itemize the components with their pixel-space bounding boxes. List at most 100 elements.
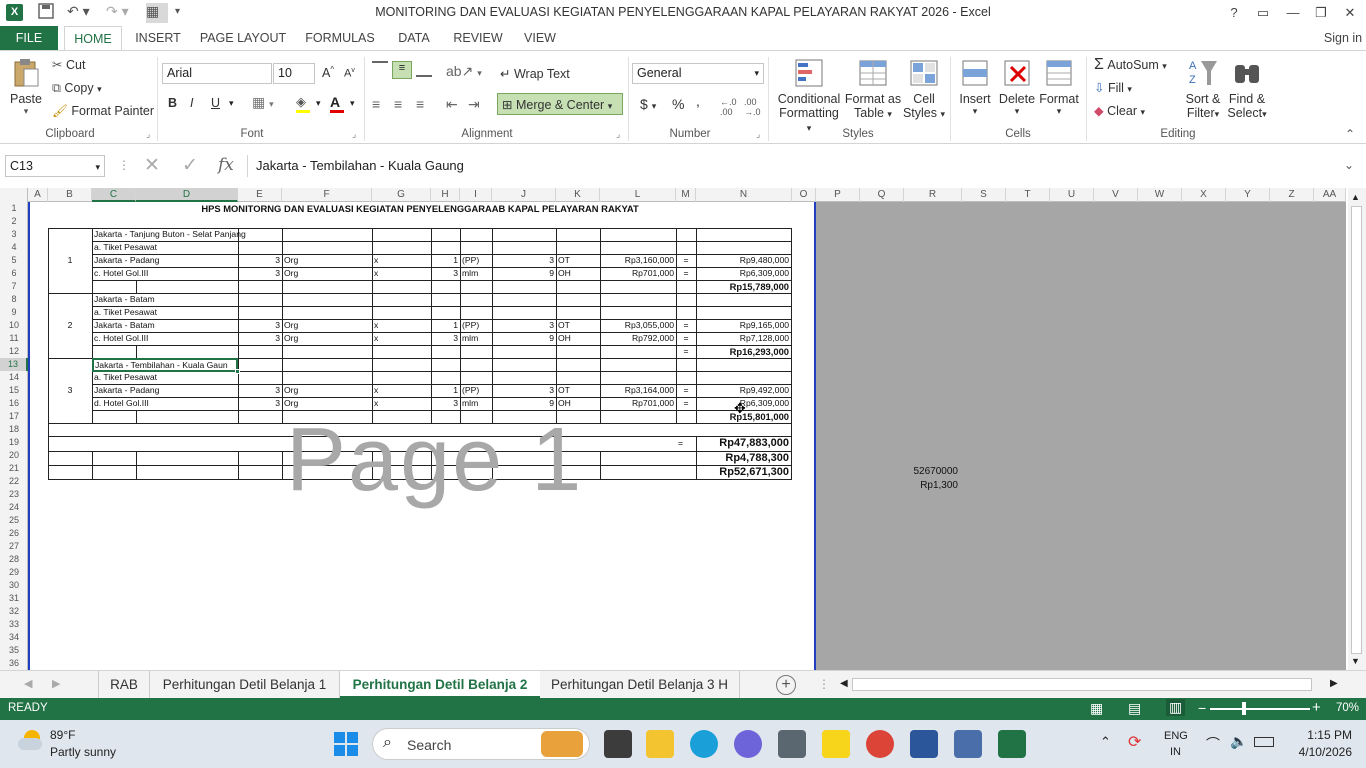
zoom-out-icon[interactable]: −	[1198, 700, 1206, 716]
dialog-launcher-icon[interactable]: ⌟	[146, 129, 150, 140]
name-box[interactable]: C13 ▾	[5, 155, 105, 177]
cell-value[interactable]: Rp1,300	[904, 479, 958, 493]
row-header[interactable]: 4	[0, 241, 28, 254]
expand-formula-bar-icon[interactable]: ⌄	[1344, 158, 1354, 172]
row-header[interactable]: 13	[0, 358, 28, 371]
sheet-tab-detil-2[interactable]: Perhitungan Detil Belanja 2	[340, 671, 540, 699]
qty2-cell[interactable]: 1	[433, 254, 458, 267]
wifi-icon[interactable]: ⌒	[1206, 734, 1220, 754]
decrease-font-icon[interactable]: Av	[344, 67, 355, 80]
conditional-formatting-button[interactable]: Conditional Formatting ▾	[776, 57, 842, 134]
route-cell-selected[interactable]: Jakarta - Tembilahan - Kuala Gaun	[92, 358, 238, 372]
amount-cell[interactable]: Rp9,492,000	[698, 384, 789, 397]
sheet-tab-rab[interactable]: RAB	[98, 671, 150, 699]
group-number[interactable]: 1	[48, 254, 92, 267]
row-header[interactable]: 18	[0, 423, 28, 436]
row-header[interactable]: 3	[0, 228, 28, 241]
column-header[interactable]: V	[1094, 188, 1138, 202]
page-layout-view-icon[interactable]: ▤	[1128, 700, 1141, 717]
row-header[interactable]: 31	[0, 592, 28, 605]
column-header[interactable]: O	[792, 188, 816, 202]
italic-button[interactable]: I	[190, 96, 193, 110]
equals-cell[interactable]: =	[676, 332, 696, 345]
equals-cell[interactable]: =	[676, 397, 696, 410]
dialog-launcher-icon[interactable]: ⌟	[756, 129, 760, 140]
row-header[interactable]: 25	[0, 514, 28, 527]
row-header[interactable]: 2	[0, 215, 28, 228]
align-right-icon[interactable]: ≡	[416, 96, 424, 112]
price-cell[interactable]: Rp3,164,000	[602, 384, 674, 397]
tab-view[interactable]: VIEW	[518, 26, 562, 50]
desc-cell[interactable]: d. Hotel Gol.III	[94, 397, 236, 410]
desc-cell[interactable]: c. Hotel Gol.III	[94, 332, 236, 345]
insert-cells-button[interactable]: Insert ▾	[954, 57, 996, 117]
column-header[interactable]: D	[136, 188, 238, 202]
fill-color-dropdown-icon[interactable]: ▾	[316, 98, 321, 109]
unit-cell[interactable]: Org	[284, 384, 370, 397]
tab-home[interactable]: HOME	[64, 26, 122, 50]
increase-font-icon[interactable]: A^	[322, 65, 334, 80]
column-header[interactable]: Y	[1226, 188, 1270, 202]
column-header[interactable]: W	[1138, 188, 1182, 202]
row-header[interactable]: 36	[0, 657, 28, 670]
sync-icon[interactable]: ⟳	[1128, 732, 1141, 752]
new-sheet-icon[interactable]: +	[776, 675, 796, 695]
file-explorer-icon[interactable]	[646, 730, 674, 758]
align-left-icon[interactable]: ≡	[372, 96, 380, 112]
sign-in-link[interactable]: Sign in	[1320, 26, 1366, 50]
row-header[interactable]: 34	[0, 631, 28, 644]
align-center-icon[interactable]: ≡	[394, 96, 402, 112]
total-qty-cell[interactable]: 9	[494, 397, 554, 410]
column-header[interactable]: L	[600, 188, 676, 202]
row-header[interactable]: 35	[0, 644, 28, 657]
weather-temp[interactable]: 89°F	[50, 728, 75, 742]
column-header[interactable]: P	[816, 188, 860, 202]
currency-button[interactable]: $ ▾	[640, 96, 656, 112]
row-header[interactable]: 5	[0, 254, 28, 267]
zoom-slider-thumb[interactable]	[1242, 702, 1246, 715]
price-cell[interactable]: Rp792,000	[602, 332, 674, 345]
unit-cell[interactable]: Org	[284, 267, 370, 280]
equals-cell[interactable]: =	[676, 254, 696, 267]
decrease-decimal-icon[interactable]: .00 →.0	[744, 97, 761, 117]
column-header[interactable]: N	[696, 188, 792, 202]
x-cell[interactable]: x	[374, 332, 429, 345]
qty-cell[interactable]: 3	[240, 384, 280, 397]
row-header[interactable]: 11	[0, 332, 28, 345]
tab-formulas[interactable]: FORMULAS	[300, 26, 380, 50]
equals-cell[interactable]: =	[676, 267, 696, 280]
x-cell[interactable]: x	[374, 254, 429, 267]
dialog-launcher-icon[interactable]: ⌟	[616, 129, 620, 140]
non-print-area[interactable]: 52670000 Rp1,300	[816, 202, 1346, 670]
find-select-button[interactable]: Find & Select▾	[1224, 57, 1270, 120]
start-button[interactable]	[334, 732, 358, 756]
qty-cell[interactable]: 3	[240, 254, 280, 267]
column-header[interactable]: K	[556, 188, 600, 202]
unit2-cell[interactable]: mlm	[462, 332, 490, 345]
route-cell[interactable]: Jakarta - Tanjung Buton - Selat Panjang	[94, 228, 280, 241]
x-cell[interactable]: x	[374, 319, 429, 332]
taskbar-search-box[interactable]: ⌕ Search	[372, 728, 590, 760]
row-header[interactable]: 20	[0, 449, 28, 462]
column-header[interactable]: E	[238, 188, 282, 202]
clear-button[interactable]: ◆ Clear ▾	[1094, 103, 1145, 118]
price-cell[interactable]: Rp701,000	[602, 397, 674, 410]
word-icon[interactable]	[910, 730, 938, 758]
horizontal-scrollbar[interactable]: ◀ ▶	[836, 676, 1346, 694]
collapse-ribbon-icon[interactable]: ⌃	[1345, 127, 1355, 141]
row-header[interactable]: 19	[0, 436, 28, 449]
scroll-up-icon[interactable]: ▲	[1351, 192, 1360, 202]
price-cell[interactable]: Rp3,160,000	[602, 254, 674, 267]
sort-filter-button[interactable]: AZ Sort & Filter▾	[1180, 57, 1226, 120]
unit3-cell[interactable]: OH	[558, 267, 598, 280]
row-header[interactable]: 30	[0, 579, 28, 592]
select-all-corner[interactable]	[0, 188, 28, 202]
scroll-left-icon[interactable]: ◀	[840, 678, 848, 689]
language-1[interactable]: ENG	[1164, 730, 1188, 742]
amount-cell[interactable]: Rp7,128,000	[698, 332, 789, 345]
x-cell[interactable]: x	[374, 384, 429, 397]
weather-desc[interactable]: Partly sunny	[50, 745, 116, 759]
desc-cell[interactable]: Jakarta - Padang	[94, 384, 236, 397]
column-header[interactable]: R	[904, 188, 962, 202]
amount-cell[interactable]: Rp9,165,000	[698, 319, 789, 332]
